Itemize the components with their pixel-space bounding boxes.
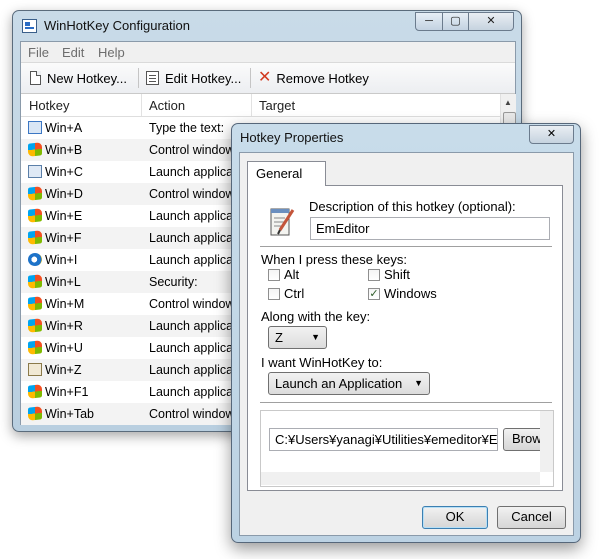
edit-hotkey-label: Edit Hotkey...: [165, 70, 242, 86]
new-hotkey-button[interactable]: New Hotkey...: [30, 67, 127, 89]
panel-vertical-scrollbar[interactable]: [540, 411, 553, 472]
hotkey-cell: Win+L: [45, 275, 81, 289]
internet-explorer-icon: [28, 253, 42, 266]
ok-button[interactable]: OK: [422, 506, 488, 529]
column-header-target[interactable]: Target: [259, 98, 295, 113]
app-icon: [22, 19, 37, 33]
hotkey-cell: Win+Tab: [45, 407, 94, 421]
hotkey-cell: Win+B: [45, 143, 83, 157]
hotkey-properties-dialog: Hotkey Properties ✕ General Description …: [231, 123, 581, 543]
description-label: Description of this hotkey (optional):: [309, 199, 516, 214]
dialog-close-button[interactable]: ✕: [529, 125, 574, 144]
calculator-icon: [28, 165, 42, 178]
alt-label: Alt: [284, 267, 300, 282]
action-label: I want WinHotKey to:: [261, 355, 383, 370]
separator: [260, 402, 552, 404]
menu-edit[interactable]: Edit: [62, 45, 84, 60]
windows-flag-icon: [28, 208, 42, 223]
list-header: Hotkey Action Target: [21, 94, 515, 117]
alt-checkbox[interactable]: [268, 269, 280, 281]
windows-checkbox[interactable]: ✓: [368, 288, 380, 300]
dialog-title: Hotkey Properties: [240, 130, 344, 145]
browse-button[interactable]: Brow: [503, 428, 543, 451]
ctrl-label: Ctrl: [284, 286, 305, 301]
windows-flag-icon: [28, 340, 42, 355]
main-title-bar[interactable]: WinHotKey Configuration ─ ▢ ✕: [13, 11, 521, 41]
windows-flag-icon: [28, 142, 42, 157]
windows-flag-icon: [28, 230, 42, 245]
action-cell: Security:: [149, 275, 198, 289]
action-select-value: Launch an Application: [275, 376, 403, 391]
column-header-action[interactable]: Action: [149, 98, 185, 113]
remove-hotkey-label: Remove Hotkey: [276, 70, 369, 86]
hotkey-cell: Win+E: [45, 209, 83, 223]
action-cell: Control window: [149, 407, 235, 421]
windows-flag-icon: [28, 318, 42, 333]
windows-flag-icon: [28, 296, 42, 311]
action-cell: Control window: [149, 297, 235, 311]
keys-label: When I press these keys:: [261, 252, 407, 267]
description-field[interactable]: EmEditor: [310, 217, 550, 240]
scroll-up-arrow-icon[interactable]: ▲: [504, 98, 512, 107]
keyboard-icon: [28, 121, 42, 134]
action-cell: Control window: [149, 143, 235, 157]
window-title: WinHotKey Configuration: [44, 18, 190, 33]
hotkey-cell: Win+C: [45, 165, 83, 179]
cancel-button[interactable]: Cancel: [497, 506, 566, 529]
column-header-hotkey[interactable]: Hotkey: [29, 98, 69, 113]
panel-horizontal-scrollbar[interactable]: [261, 472, 540, 485]
new-hotkey-label: New Hotkey...: [47, 70, 127, 86]
action-select[interactable]: Launch an Application ▼: [268, 372, 430, 395]
menu-help[interactable]: Help: [98, 45, 125, 60]
minimize-button[interactable]: ─: [415, 12, 443, 31]
remove-hotkey-button[interactable]: ✕ Remove Hotkey: [258, 67, 369, 89]
chevron-down-icon: ▼: [414, 378, 423, 388]
key-select[interactable]: Z ▼: [268, 326, 327, 349]
shift-label: Shift: [384, 267, 411, 282]
edit-document-icon: [146, 71, 159, 85]
notepad-pen-icon: [270, 208, 295, 236]
toolbar-separator: [138, 68, 139, 88]
remove-x-icon: ✕: [258, 69, 272, 86]
action-cell: Type the text:: [149, 121, 225, 135]
close-button[interactable]: ✕: [468, 12, 514, 31]
windows-flag-icon: [28, 186, 42, 201]
editor-pen-icon: [28, 363, 42, 376]
key-label: Along with the key:: [261, 309, 371, 324]
menu-file[interactable]: File: [28, 45, 49, 60]
windows-label: Windows: [384, 286, 437, 301]
windows-flag-icon: [28, 274, 42, 289]
hotkey-cell: Win+M: [45, 297, 85, 311]
application-path-field[interactable]: C:¥Users¥yanagi¥Utilities¥emeditor¥E: [269, 428, 498, 451]
hotkey-cell: Win+Z: [45, 363, 82, 377]
chevron-down-icon: ▼: [311, 332, 320, 342]
ctrl-checkbox[interactable]: [268, 288, 280, 300]
new-document-icon: [30, 71, 41, 85]
hotkey-cell: Win+D: [45, 187, 83, 201]
edit-hotkey-button[interactable]: Edit Hotkey...: [146, 67, 241, 89]
column-divider[interactable]: [141, 94, 142, 116]
launch-options-panel: C:¥Users¥yanagi¥Utilities¥emeditor¥E Bro…: [260, 410, 554, 487]
hotkey-cell: Win+F: [45, 231, 82, 245]
general-tab-page: Description of this hotkey (optional): E…: [247, 185, 563, 491]
key-select-value: Z: [275, 330, 283, 345]
hotkey-cell: Win+F1: [45, 385, 89, 399]
windows-flag-icon: [28, 384, 42, 399]
hotkey-cell: Win+I: [45, 253, 78, 267]
dialog-client-area: General Description of this hotkey (opti…: [239, 152, 574, 536]
maximize-button[interactable]: ▢: [442, 12, 469, 31]
tab-general[interactable]: General: [247, 161, 326, 186]
action-cell: Control window: [149, 187, 235, 201]
toolbar: New Hotkey... Edit Hotkey... ✕ Remove Ho…: [21, 63, 515, 94]
separator: [260, 246, 552, 248]
menu-bar: File Edit Help: [21, 42, 515, 63]
hotkey-cell: Win+R: [45, 319, 83, 333]
hotkey-cell: Win+A: [45, 121, 83, 135]
toolbar-separator: [250, 68, 251, 88]
shift-checkbox[interactable]: [368, 269, 380, 281]
hotkey-cell: Win+U: [45, 341, 83, 355]
windows-flag-icon: [28, 406, 42, 421]
column-divider[interactable]: [251, 94, 252, 116]
